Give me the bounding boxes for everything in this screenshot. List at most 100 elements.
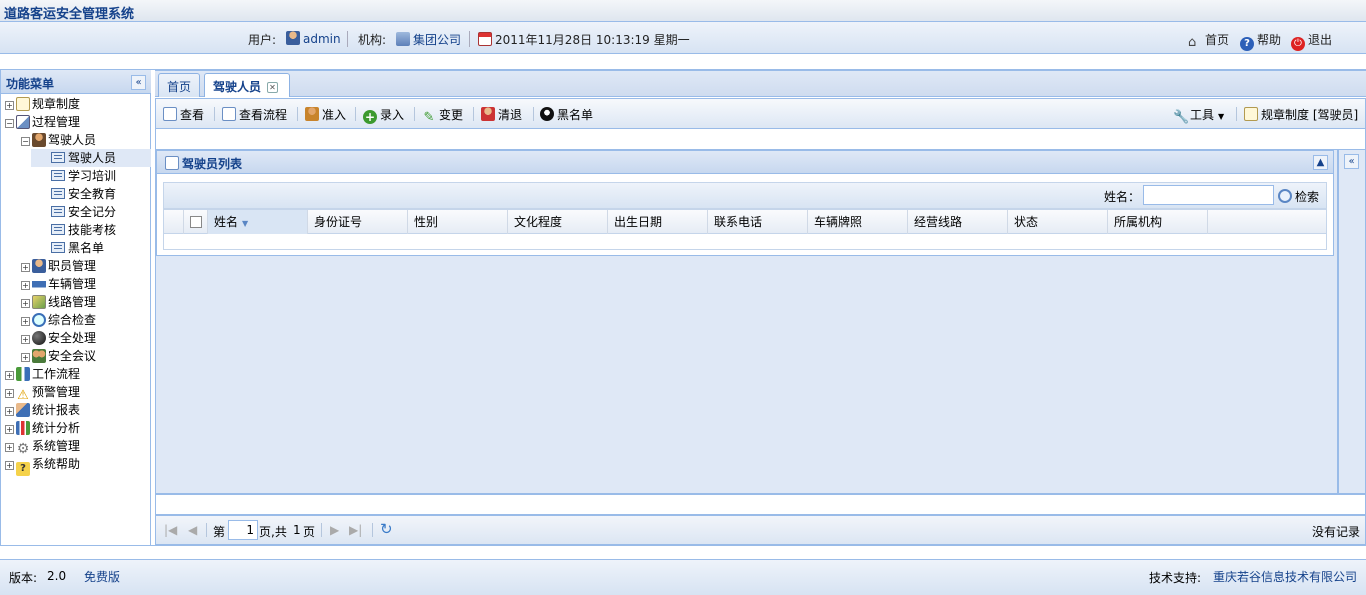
tab-home[interactable]: 首页 [158,73,200,97]
home-label[interactable]: 首页 [1205,33,1229,47]
tree-item-safety-score[interactable]: 安全记分 [51,203,116,221]
record-status: 没有记录 [1312,525,1361,539]
column-header-birth-date[interactable]: 出生日期 [608,210,708,234]
org-info[interactable]: 集团公司 [396,31,461,48]
search-button[interactable]: 检索 [1278,188,1319,205]
expand-icon[interactable]: + [21,335,30,344]
enter-button[interactable]: + 录入 [363,106,404,124]
tree-item-system-admin[interactable]: + ⚙ 系统管理 [5,437,80,456]
tree-item-safety-meeting[interactable]: + 安全会议 [21,347,96,365]
expand-icon[interactable]: + [5,461,14,470]
row-marker-column [164,210,184,234]
column-header-phone[interactable]: 联系电话 [708,210,808,234]
user-name[interactable]: admin [303,32,341,46]
tree-item-inspection[interactable]: + 综合检查 [21,311,96,329]
column-header-plate[interactable]: 车辆牌照 [808,210,908,234]
column-header-route[interactable]: 经营线路 [908,210,1008,234]
refresh-icon[interactable]: ↻ [380,520,393,538]
blacklist-label: 黑名单 [557,108,594,122]
column-header-education[interactable]: 文化程度 [508,210,608,234]
tree-item-system-help[interactable]: +? 系统帮助 [5,455,81,476]
help-link[interactable]: ? 帮助 [1240,31,1281,51]
logout-label[interactable]: 退出 [1308,33,1332,47]
expand-icon[interactable]: + [21,281,30,290]
prev-page-icon[interactable]: ◀ [188,523,197,537]
expand-right-icon[interactable]: « [1344,154,1359,169]
org-icon [396,32,410,46]
next-page-icon[interactable]: ▶ [330,523,339,537]
help-label[interactable]: 帮助 [1257,33,1281,47]
tools-menu-button[interactable]: 🔧工具 ▼ [1173,106,1224,125]
collapse-icon[interactable]: − [21,137,30,146]
search-label: 姓名： [1104,190,1141,204]
tree-label: 安全教育 [68,187,117,201]
help-book-icon: ? [16,462,30,476]
dismiss-button[interactable]: 清退 [481,106,522,123]
expand-icon[interactable]: + [5,425,14,434]
column-header-org[interactable]: 所属机构 [1108,210,1208,234]
support-company-link[interactable]: 重庆若谷信息技术有限公司 [1213,568,1357,585]
version-number: 2.0 [47,569,67,583]
tree-item-analysis[interactable]: + 统计分析 [5,419,80,437]
collapse-up-icon[interactable]: ▲ [1313,155,1328,170]
expand-icon[interactable]: + [5,407,14,416]
expand-icon[interactable]: + [21,299,30,308]
toolbar-divider [355,107,356,121]
toolbar-divider [473,107,474,121]
search-bar: 姓名： 检索 [163,182,1327,209]
expand-icon[interactable]: + [21,263,30,272]
tree-item-rules[interactable]: + 规章制度 [5,95,80,113]
toolbar: 查看 查看流程 准入 + 录入 ✎ 变更 清退 黑名单 🔧工具 ▼ 规章制度 [驾驶员… [155,98,1366,129]
name-search-input[interactable] [1143,185,1274,205]
page-number-input[interactable] [228,520,258,540]
view-flow-button[interactable]: 查看流程 [222,106,287,123]
list-icon [51,188,65,199]
tree-item-workflow[interactable]: + 工作流程 [5,365,80,383]
column-header-status[interactable]: 状态 [1008,210,1108,234]
tree-item-driver-list[interactable]: 驾驶人员 [31,149,151,167]
tree-item-skill-test[interactable]: 技能考核 [51,221,116,239]
logout-link[interactable]: ⏻ 退出 [1291,31,1332,51]
tree-item-routes[interactable]: + 线路管理 [21,293,96,311]
last-page-icon[interactable]: ▶| [349,523,362,537]
tree-item-process[interactable]: − 过程管理 [5,113,80,131]
user-label: 用户: [248,33,277,47]
expand-icon[interactable]: + [21,353,30,362]
tree-item-warning[interactable]: + ⚠ 预警管理 [5,383,80,403]
user-info[interactable]: admin [286,31,341,46]
org-name[interactable]: 集团公司 [413,33,461,47]
blacklist-button[interactable]: 黑名单 [540,106,593,123]
column-header-gender[interactable]: 性别 [408,210,508,234]
search-button-label: 检索 [1295,190,1320,204]
expand-icon[interactable]: + [5,101,14,110]
expand-icon[interactable]: + [5,371,14,380]
expand-icon[interactable]: + [21,317,30,326]
tab-drivers[interactable]: 驾驶人员 ✕ [204,73,290,97]
expand-icon[interactable]: + [5,389,14,398]
tree-label: 系统帮助 [32,457,81,471]
tree-item-blacklist[interactable]: 黑名单 [51,239,104,257]
column-header-name[interactable]: 姓名 ▼ [208,210,308,234]
tree-item-training[interactable]: 学习培训 [51,167,116,185]
view-button[interactable]: 查看 [163,106,204,123]
column-header-id-number[interactable]: 身份证号 [308,210,408,234]
tree-item-staff[interactable]: + 职员管理 [21,257,96,275]
tree-item-report[interactable]: + 统计报表 [5,401,80,419]
collapse-left-icon[interactable]: « [131,75,146,90]
tree-label: 驾驶人员 [68,151,117,165]
collapse-icon[interactable]: − [5,119,14,128]
rules-button[interactable]: 规章制度 [驾驶员] [1244,106,1358,123]
tree-label: 安全处理 [48,331,97,345]
select-all-checkbox[interactable] [184,210,208,234]
tree-label: 驾驶人员 [48,133,97,147]
change-button[interactable]: ✎ 变更 [422,106,463,125]
admit-button[interactable]: 准入 [305,106,346,123]
home-link[interactable]: ⌂ 首页 [1188,31,1229,50]
tree-item-safety-education[interactable]: 安全教育 [51,185,116,203]
close-tab-icon[interactable]: ✕ [267,82,279,93]
first-page-icon[interactable]: |◀ [164,523,177,537]
tree-item-vehicles[interactable]: + 车辆管理 [21,275,96,293]
tree-item-safety-handling[interactable]: + 安全处理 [21,329,96,347]
expand-icon[interactable]: + [5,443,14,452]
tree-item-drivers[interactable]: − 驾驶人员 [21,131,96,149]
